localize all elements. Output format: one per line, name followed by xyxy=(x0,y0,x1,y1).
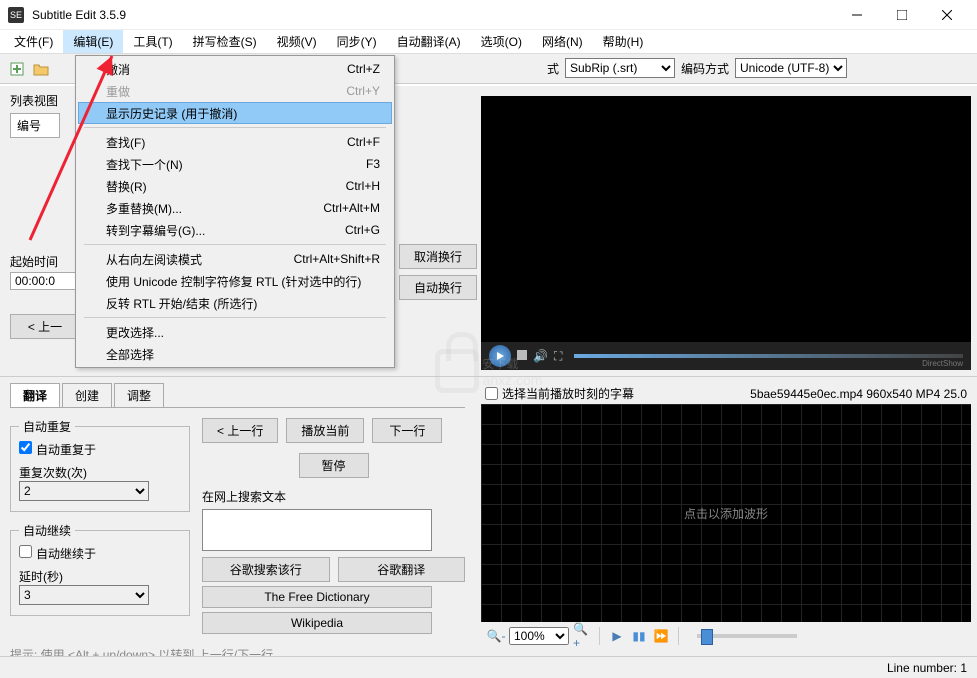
select-current-subtitle-checkbox[interactable]: 选择当前播放时刻的字幕 xyxy=(485,385,634,402)
prev-line-partial-button[interactable]: < 上一 xyxy=(10,314,80,339)
menu-rtl-mode[interactable]: 从右向左阅读模式Ctrl+Alt+Shift+R xyxy=(78,248,392,270)
cancel-wrap-button[interactable]: 取消换行 xyxy=(399,244,477,269)
menu-video[interactable]: 视频(V) xyxy=(267,30,327,53)
encoding-select[interactable]: Unicode (UTF-8) xyxy=(735,58,847,78)
menu-network[interactable]: 网络(N) xyxy=(532,30,593,53)
zoom-select[interactable]: 100% xyxy=(509,627,569,645)
fast-forward-icon[interactable]: ⏩ xyxy=(652,627,670,645)
repeat-count-select[interactable]: 2 xyxy=(19,481,149,501)
column-number[interactable]: 编号 xyxy=(10,113,60,138)
file-info: 5bae59445e0ec.mp4 960x540 MP4 25.0 xyxy=(750,387,967,401)
menu-find[interactable]: 查找(F)Ctrl+F xyxy=(78,131,392,153)
menu-file[interactable]: 文件(F) xyxy=(4,30,63,53)
repeat-count-label: 重复次数(次) xyxy=(19,464,181,481)
status-bar: Line number: 1 xyxy=(0,656,977,678)
open-file-icon[interactable] xyxy=(30,58,52,80)
app-icon: SE xyxy=(8,7,24,23)
menu-replace[interactable]: 替换(R)Ctrl+H xyxy=(78,175,392,197)
menu-show-history[interactable]: 显示历史记录 (用于撤消) xyxy=(78,102,392,124)
waveform-display[interactable]: 点击以添加波形 xyxy=(481,404,971,622)
line-number-status: Line number: 1 xyxy=(887,661,967,675)
seek-slider[interactable] xyxy=(574,354,963,358)
mode-tabs: 翻译 创建 调整 xyxy=(10,383,465,408)
title-bar: SE Subtitle Edit 3.5.9 xyxy=(0,0,977,30)
menu-autotranslate[interactable]: 自动翻译(A) xyxy=(387,30,471,53)
start-time-input[interactable]: 00:00:0 xyxy=(10,272,80,290)
auto-continue-group: 自动继续 自动继续于 延时(秒) 3 xyxy=(10,522,190,616)
menu-separator xyxy=(84,317,386,318)
minimize-button[interactable] xyxy=(834,1,879,29)
waveform-placeholder: 点击以添加波形 xyxy=(684,505,768,522)
menu-select-all[interactable]: 全部选择 xyxy=(78,343,392,365)
stop-icon[interactable] xyxy=(517,349,527,363)
format-select[interactable]: SubRip (.srt) xyxy=(565,58,675,78)
directshow-label: DirectShow xyxy=(922,359,963,368)
menu-sync[interactable]: 同步(Y) xyxy=(327,30,387,53)
google-translate-button[interactable]: 谷歌翻译 xyxy=(338,557,466,582)
waveform-toolbar: 🔍- 100% 🔍+ ▶ ▮▮ ⏩ xyxy=(481,622,971,650)
menu-rtl-fix[interactable]: 使用 Unicode 控制字符修复 RTL (针对选中的行) xyxy=(78,270,392,292)
media-controls: 🔊 ⛶ DirectShow xyxy=(481,342,971,370)
menu-redo[interactable]: 重做Ctrl+Y xyxy=(78,80,392,102)
menu-find-next[interactable]: 查找下一个(N)F3 xyxy=(78,153,392,175)
zoom-out-icon[interactable]: 🔍- xyxy=(487,627,505,645)
auto-continue-checkbox[interactable]: 自动继续于 xyxy=(19,547,96,561)
delay-select[interactable]: 3 xyxy=(19,585,149,605)
wikipedia-button[interactable]: Wikipedia xyxy=(202,612,432,634)
menu-options[interactable]: 选项(O) xyxy=(471,30,532,53)
maximize-button[interactable] xyxy=(879,1,924,29)
tab-translate[interactable]: 翻译 xyxy=(10,383,60,407)
menu-undo[interactable]: 撤消Ctrl+Z xyxy=(78,58,392,80)
tab-adjust[interactable]: 调整 xyxy=(114,383,164,407)
menu-rtl-toggle[interactable]: 反转 RTL 开始/结束 (所选行) xyxy=(78,292,392,314)
close-button[interactable] xyxy=(924,1,969,29)
tab-create[interactable]: 创建 xyxy=(62,383,112,407)
play-current-button[interactable]: 播放当前 xyxy=(286,418,364,443)
delay-label: 延时(秒) xyxy=(19,568,181,585)
prev-line-button[interactable]: < 上一行 xyxy=(202,418,278,443)
volume-icon[interactable]: 🔊 xyxy=(533,349,548,363)
zoom-in-icon[interactable]: 🔍+ xyxy=(573,627,591,645)
menu-multi-replace[interactable]: 多重替换(M)...Ctrl+Alt+M xyxy=(78,197,392,219)
auto-wrap-button[interactable]: 自动换行 xyxy=(399,275,477,300)
menu-tools[interactable]: 工具(T) xyxy=(123,30,182,53)
menu-separator xyxy=(84,244,386,245)
edit-dropdown: 撤消Ctrl+Z 重做Ctrl+Y 显示历史记录 (用于撤消) 查找(F)Ctr… xyxy=(75,55,395,368)
next-line-button[interactable]: 下一行 xyxy=(372,418,442,443)
google-search-button[interactable]: 谷歌搜索该行 xyxy=(202,557,330,582)
menu-goto-number[interactable]: 转到字幕编号(G)...Ctrl+G xyxy=(78,219,392,241)
video-display[interactable]: 取消换行 自动换行 xyxy=(481,96,971,342)
menu-change-selection[interactable]: 更改选择... xyxy=(78,321,392,343)
encoding-label: 编码方式 xyxy=(681,60,729,77)
format-label: 式 xyxy=(547,60,559,77)
pause-button[interactable]: 暂停 xyxy=(299,453,369,478)
fullscreen-icon[interactable]: ⛶ xyxy=(554,349,562,364)
waveform-view-icon[interactable]: ▮▮ xyxy=(630,627,648,645)
auto-repeat-checkbox[interactable]: 自动重复于 xyxy=(19,443,96,457)
play-icon[interactable] xyxy=(489,345,511,367)
web-search-input[interactable] xyxy=(202,509,432,551)
video-panel: 取消换行 自动换行 🔊 ⛶ DirectShow xyxy=(481,92,971,370)
window-title: Subtitle Edit 3.5.9 xyxy=(32,8,834,22)
zoom-slider[interactable] xyxy=(697,634,797,638)
free-dictionary-button[interactable]: The Free Dictionary xyxy=(202,586,432,608)
new-file-icon[interactable] xyxy=(6,58,28,80)
web-search-label: 在网上搜索文本 xyxy=(202,488,465,505)
menu-help[interactable]: 帮助(H) xyxy=(593,30,654,53)
menu-spellcheck[interactable]: 拼写检查(S) xyxy=(183,30,267,53)
menu-separator xyxy=(84,127,386,128)
menu-bar: 文件(F) 编辑(E) 工具(T) 拼写检查(S) 视频(V) 同步(Y) 自动… xyxy=(0,30,977,54)
auto-repeat-group: 自动重复 自动重复于 重复次数(次) 2 xyxy=(10,418,190,512)
play-waveform-icon[interactable]: ▶ xyxy=(608,627,626,645)
menu-edit[interactable]: 编辑(E) xyxy=(63,30,123,53)
